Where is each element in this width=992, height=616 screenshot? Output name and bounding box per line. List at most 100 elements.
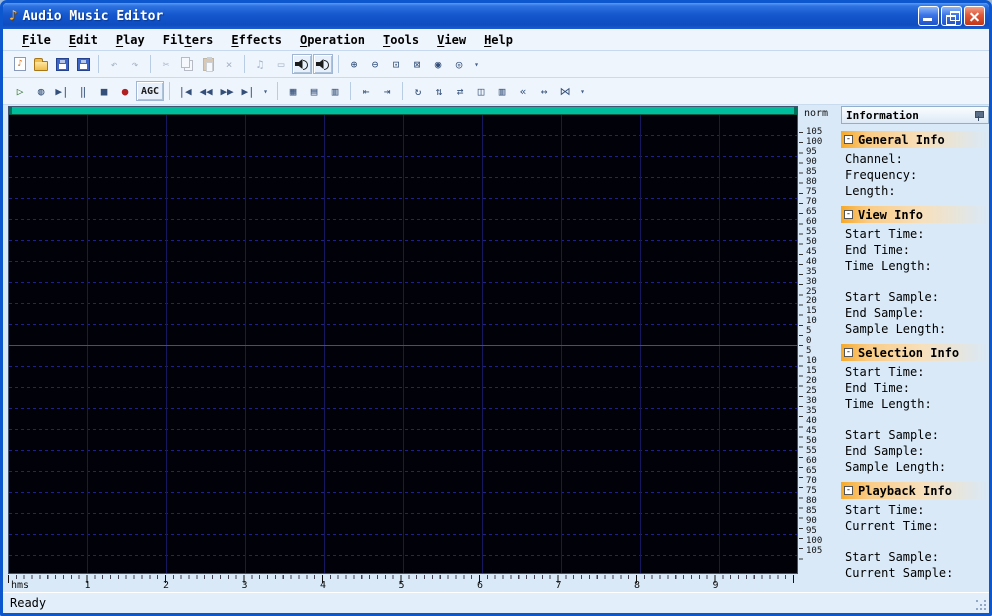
mix-paste-button[interactable]: ♫: [250, 54, 270, 74]
crossfade-button[interactable]: ⋈: [555, 81, 575, 101]
close-button[interactable]: [964, 6, 985, 26]
pin-icon[interactable]: [974, 109, 984, 122]
section-header-selection-info[interactable]: - Selection Info: [841, 344, 989, 361]
delete-button[interactable]: ×: [219, 54, 239, 74]
toolbar-separator: [150, 55, 151, 73]
section-header-general-info[interactable]: - General Info: [841, 131, 989, 148]
group-gap: [841, 534, 989, 549]
go-start-button[interactable]: |◀: [175, 81, 195, 101]
pause-button[interactable]: ‖: [73, 81, 93, 101]
menu-play[interactable]: Play: [107, 31, 154, 49]
redo-button[interactable]: ↷: [125, 54, 145, 74]
standard-overflow-button[interactable]: ▾: [470, 54, 483, 74]
paste-button[interactable]: [198, 54, 218, 74]
time-ruler-mark: 1: [84, 580, 91, 591]
zoom-out-button[interactable]: ⊖: [365, 54, 385, 74]
playback-overflow-2-button[interactable]: ▾: [576, 81, 589, 101]
waveform-area[interactable]: [8, 106, 798, 574]
title-bar[interactable]: ♪ Audio Music Editor: [3, 3, 989, 29]
v-ruler-value: 70: [806, 475, 817, 486]
menu-operation[interactable]: Operation: [291, 31, 374, 49]
zoom-full-button[interactable]: ⊠: [407, 54, 427, 74]
information-panel-header: Information: [841, 106, 989, 124]
right-channel-toggle-button[interactable]: [313, 54, 333, 74]
zoom-selection-button[interactable]: ⊡: [386, 54, 406, 74]
waveform-canvas[interactable]: [9, 115, 797, 573]
stop-button[interactable]: ■: [94, 81, 114, 101]
undo-button[interactable]: ↶: [104, 54, 124, 74]
info-field-frequency: Frequency:: [845, 168, 918, 182]
menu-file[interactable]: File: [13, 31, 60, 49]
crossfade-icon: ⋈: [559, 84, 571, 98]
v-ruler-value: 85: [806, 505, 817, 516]
playback-overflow-button[interactable]: ▾: [259, 81, 272, 101]
zoom-vertical-out-button[interactable]: ◎: [449, 54, 469, 74]
loop-button[interactable]: ↻: [408, 81, 428, 101]
information-panel: Information - General Info Channel: Frequen…: [841, 106, 989, 589]
minimize-button[interactable]: [918, 6, 939, 26]
v-ruler-value: 95: [806, 146, 817, 157]
snap-end-button[interactable]: ⇥: [377, 81, 397, 101]
left-channel-toggle-button[interactable]: [292, 54, 312, 74]
section-header-view-info[interactable]: - View Info: [841, 206, 989, 223]
v-ruler-toggle-button[interactable]: ▥: [325, 81, 345, 101]
copy-button[interactable]: [177, 54, 197, 74]
save-button[interactable]: [52, 54, 72, 74]
spectrum-view-icon: ▥: [498, 84, 506, 98]
v-ruler-value: 65: [806, 465, 817, 476]
grid-toggle-button[interactable]: ▦: [283, 81, 303, 101]
go-end-button[interactable]: ▶|: [238, 81, 258, 101]
cut-button[interactable]: ✂: [156, 54, 176, 74]
time-ruler[interactable]: hms 1 2 3 4 5 6 7 8 9: [8, 575, 798, 591]
open-audio-button[interactable]: ♪: [10, 54, 30, 74]
play-all-button[interactable]: ◍: [31, 81, 51, 101]
restore-button[interactable]: [941, 6, 962, 26]
channel-view-button[interactable]: ◫: [471, 81, 491, 101]
amplitude-ruler[interactable]: norm 105 100 95 90 85 80 75 70 65 60 55 50 45 40 35 30 2…: [799, 106, 839, 574]
collapse-icon[interactable]: -: [844, 210, 853, 219]
zoom-in-button[interactable]: ⊕: [344, 54, 364, 74]
menu-tools[interactable]: Tools: [374, 31, 428, 49]
menu-view[interactable]: View: [428, 31, 475, 49]
collapse-icon[interactable]: -: [844, 486, 853, 495]
paste-icon: [202, 56, 214, 72]
v-ruler-value: 55: [806, 446, 817, 456]
overview-position-bar[interactable]: [9, 107, 797, 115]
resize-grip-icon[interactable]: [974, 598, 986, 610]
play-to-end-button[interactable]: ▶|: [52, 81, 72, 101]
toolbar-separator: [244, 55, 245, 73]
mute-button[interactable]: «: [513, 81, 533, 101]
record-button[interactable]: ●: [115, 81, 135, 101]
menu-effects[interactable]: Effects: [222, 31, 291, 49]
menu-filters[interactable]: Filters: [154, 31, 223, 49]
open-folder-button[interactable]: [31, 54, 51, 74]
zoom-vertical-in-button[interactable]: ◉: [428, 54, 448, 74]
section-header-playback-info[interactable]: - Playback Info: [841, 482, 989, 499]
rewind-button[interactable]: ◀◀: [196, 81, 216, 101]
spectrum-view-button[interactable]: ▥: [492, 81, 512, 101]
collapse-icon[interactable]: -: [844, 348, 853, 357]
reverse-button[interactable]: ⇄: [450, 81, 470, 101]
v-ruler-value: 75: [806, 186, 817, 197]
snap-start-button[interactable]: ⇤: [356, 81, 376, 101]
info-field-start-time: Start Time:: [845, 365, 925, 379]
save-as-button[interactable]: [73, 54, 93, 74]
menu-edit[interactable]: Edit: [60, 31, 107, 49]
info-field-end-sample: End Sample:: [845, 444, 925, 458]
left-channel-toggle-icon: [295, 59, 303, 69]
fast-forward-button[interactable]: ▶▶: [217, 81, 237, 101]
toolbar-separator: [277, 82, 279, 100]
menu-help[interactable]: Help: [475, 31, 522, 49]
collapse-icon[interactable]: -: [844, 135, 853, 144]
zoom-in-icon: ⊕: [350, 57, 358, 71]
swap-channels-button[interactable]: ⇅: [429, 81, 449, 101]
time-ruler-mark: 5: [398, 580, 405, 591]
stretch-button[interactable]: ↔: [534, 81, 554, 101]
play-button[interactable]: ▷: [10, 81, 30, 101]
swap-channels-icon: ⇅: [435, 84, 443, 98]
h-ruler-toggle-button[interactable]: ▤: [304, 81, 324, 101]
v-ruler-value: 45: [806, 426, 817, 437]
agc-toggle-button[interactable]: AGC: [136, 81, 165, 101]
info-field-sample-length: Sample Length:: [845, 460, 947, 474]
trim-button[interactable]: ▭: [271, 54, 291, 74]
